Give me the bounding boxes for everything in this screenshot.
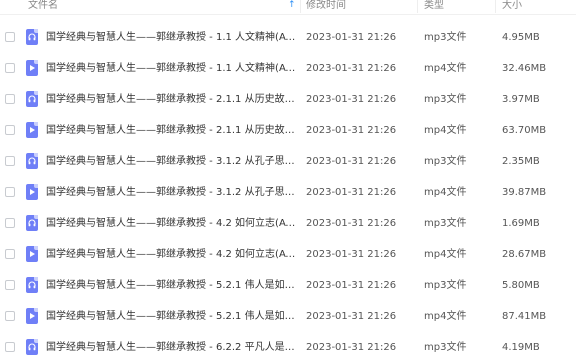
file-modified-time: 2023-01-31 21:26 (306, 311, 397, 322)
file-row[interactable]: 国学经典与智慧人生——郭继承教授 - 2.1.1 从历史故事... 2023-01… (0, 84, 576, 115)
file-modified-time: 2023-01-31 21:26 (306, 125, 397, 136)
file-modified-time: 2023-01-31 21:26 (306, 342, 397, 353)
file-name[interactable]: 国学经典与智慧人生——郭继承教授 - 3.1.2 从孔子思想... (46, 177, 298, 208)
file-row[interactable]: 国学经典与智慧人生——郭继承教授 - 1.1 人文精神(Av3... 2023-0… (0, 22, 576, 53)
video-file-icon (26, 122, 38, 138)
file-modified-time: 2023-01-31 21:26 (306, 63, 397, 74)
file-type: mp4文件 (424, 187, 467, 198)
column-divider[interactable] (300, 0, 301, 13)
row-checkbox[interactable] (5, 342, 15, 352)
file-type: mp3文件 (424, 32, 467, 43)
file-modified-time: 2023-01-31 21:26 (306, 32, 397, 43)
video-file-icon (26, 60, 38, 76)
file-modified-time: 2023-01-31 21:26 (306, 280, 397, 291)
row-checkbox[interactable] (5, 32, 15, 42)
file-size: 4.95MB (502, 32, 540, 43)
audio-file-icon (26, 215, 38, 231)
file-modified-time: 2023-01-31 21:26 (306, 218, 397, 229)
file-type: mp3文件 (424, 156, 467, 167)
row-checkbox[interactable] (5, 280, 15, 290)
video-file-icon (26, 308, 38, 324)
file-row[interactable]: 国学经典与智慧人生——郭继承教授 - 6.2.2 平凡人是如... 2023-01… (0, 332, 576, 363)
file-name[interactable]: 国学经典与智慧人生——郭继承教授 - 4.2 如何立志(Av3... (46, 208, 298, 239)
audio-file-icon (26, 339, 38, 355)
file-name[interactable]: 国学经典与智慧人生——郭继承教授 - 2.1.1 从历史故事... (46, 115, 298, 146)
file-size: 3.97MB (502, 94, 540, 105)
file-name[interactable]: 国学经典与智慧人生——郭继承教授 - 4.2 如何立志(Av3... (46, 239, 298, 270)
file-size: 2.35MB (502, 156, 540, 167)
file-row[interactable]: 国学经典与智慧人生——郭继承教授 - 3.1.2 从孔子思想... 2023-01… (0, 146, 576, 177)
audio-file-icon (26, 29, 38, 45)
file-size: 28.67MB (502, 249, 547, 260)
audio-file-icon (26, 91, 38, 107)
file-size: 63.70MB (502, 125, 547, 136)
file-type: mp3文件 (424, 280, 467, 291)
row-checkbox[interactable] (5, 94, 15, 104)
column-header-type[interactable]: 类型 (424, 0, 444, 14)
file-row[interactable]: 国学经典与智慧人生——郭继承教授 - 4.2 如何立志(Av3... 2023-0… (0, 208, 576, 239)
file-name[interactable]: 国学经典与智慧人生——郭继承教授 - 1.1 人文精神(Av3... (46, 53, 298, 84)
file-name[interactable]: 国学经典与智慧人生——郭继承教授 - 6.2.2 平凡人是如... (46, 332, 298, 363)
file-rows: 国学经典与智慧人生——郭继承教授 - 1.1 人文精神(Av3... 2023-0… (0, 22, 576, 363)
file-row[interactable]: 国学经典与智慧人生——郭继承教授 - 1.1 人文精神(Av3... 2023-0… (0, 53, 576, 84)
file-row[interactable]: 国学经典与智慧人生——郭继承教授 - 5.2.1 伟人是如何... 2023-01… (0, 270, 576, 301)
file-size: 39.87MB (502, 187, 547, 198)
row-checkbox[interactable] (5, 249, 15, 259)
file-name[interactable]: 国学经典与智慧人生——郭继承教授 - 1.1 人文精神(Av3... (46, 22, 298, 53)
column-header-time[interactable]: 修改时间 (306, 0, 346, 14)
file-size: 5.80MB (502, 280, 540, 291)
row-checkbox[interactable] (5, 156, 15, 166)
file-size: 87.41MB (502, 311, 547, 322)
file-modified-time: 2023-01-31 21:26 (306, 249, 397, 260)
column-divider[interactable] (417, 0, 418, 13)
file-row[interactable]: 国学经典与智慧人生——郭继承教授 - 4.2 如何立志(Av3... 2023-0… (0, 239, 576, 270)
file-row[interactable]: 国学经典与智慧人生——郭继承教授 - 2.1.1 从历史故事... 2023-01… (0, 115, 576, 146)
audio-file-icon (26, 277, 38, 293)
column-header-size[interactable]: 大小 (502, 0, 522, 14)
file-type: mp3文件 (424, 94, 467, 105)
sort-ascending-icon[interactable]: ↑ (288, 0, 296, 14)
file-type: mp3文件 (424, 342, 467, 353)
file-type: mp4文件 (424, 311, 467, 322)
row-checkbox[interactable] (5, 311, 15, 321)
row-checkbox[interactable] (5, 218, 15, 228)
file-name[interactable]: 国学经典与智慧人生——郭继承教授 - 2.1.1 从历史故事... (46, 84, 298, 115)
file-list: 文件名 ↑ 修改时间 类型 大小 国学经典与智慧人生——郭继承教授 - 1.1 … (0, 0, 576, 356)
video-file-icon (26, 246, 38, 262)
file-list-header: 文件名 ↑ 修改时间 类型 大小 (0, 0, 576, 15)
file-type: mp3文件 (424, 218, 467, 229)
file-modified-time: 2023-01-31 21:26 (306, 94, 397, 105)
video-file-icon (26, 184, 38, 200)
row-checkbox[interactable] (5, 125, 15, 135)
file-name[interactable]: 国学经典与智慧人生——郭继承教授 - 5.2.1 伟人是如何... (46, 270, 298, 301)
file-size: 1.69MB (502, 218, 540, 229)
audio-file-icon (26, 153, 38, 169)
file-row[interactable]: 国学经典与智慧人生——郭继承教授 - 5.2.1 伟人是如何... 2023-01… (0, 301, 576, 332)
file-size: 32.46MB (502, 63, 547, 74)
file-name[interactable]: 国学经典与智慧人生——郭继承教授 - 3.1.2 从孔子思想... (46, 146, 298, 177)
column-header-name[interactable]: 文件名 (28, 0, 58, 14)
file-modified-time: 2023-01-31 21:26 (306, 156, 397, 167)
file-size: 4.19MB (502, 342, 540, 353)
column-divider[interactable] (495, 0, 496, 13)
file-type: mp4文件 (424, 63, 467, 74)
file-modified-time: 2023-01-31 21:26 (306, 187, 397, 198)
file-row[interactable]: 国学经典与智慧人生——郭继承教授 - 3.1.2 从孔子思想... 2023-01… (0, 177, 576, 208)
file-type: mp4文件 (424, 249, 467, 260)
row-checkbox[interactable] (5, 187, 15, 197)
row-checkbox[interactable] (5, 63, 15, 73)
file-type: mp4文件 (424, 125, 467, 136)
file-name[interactable]: 国学经典与智慧人生——郭继承教授 - 5.2.1 伟人是如何... (46, 301, 298, 332)
